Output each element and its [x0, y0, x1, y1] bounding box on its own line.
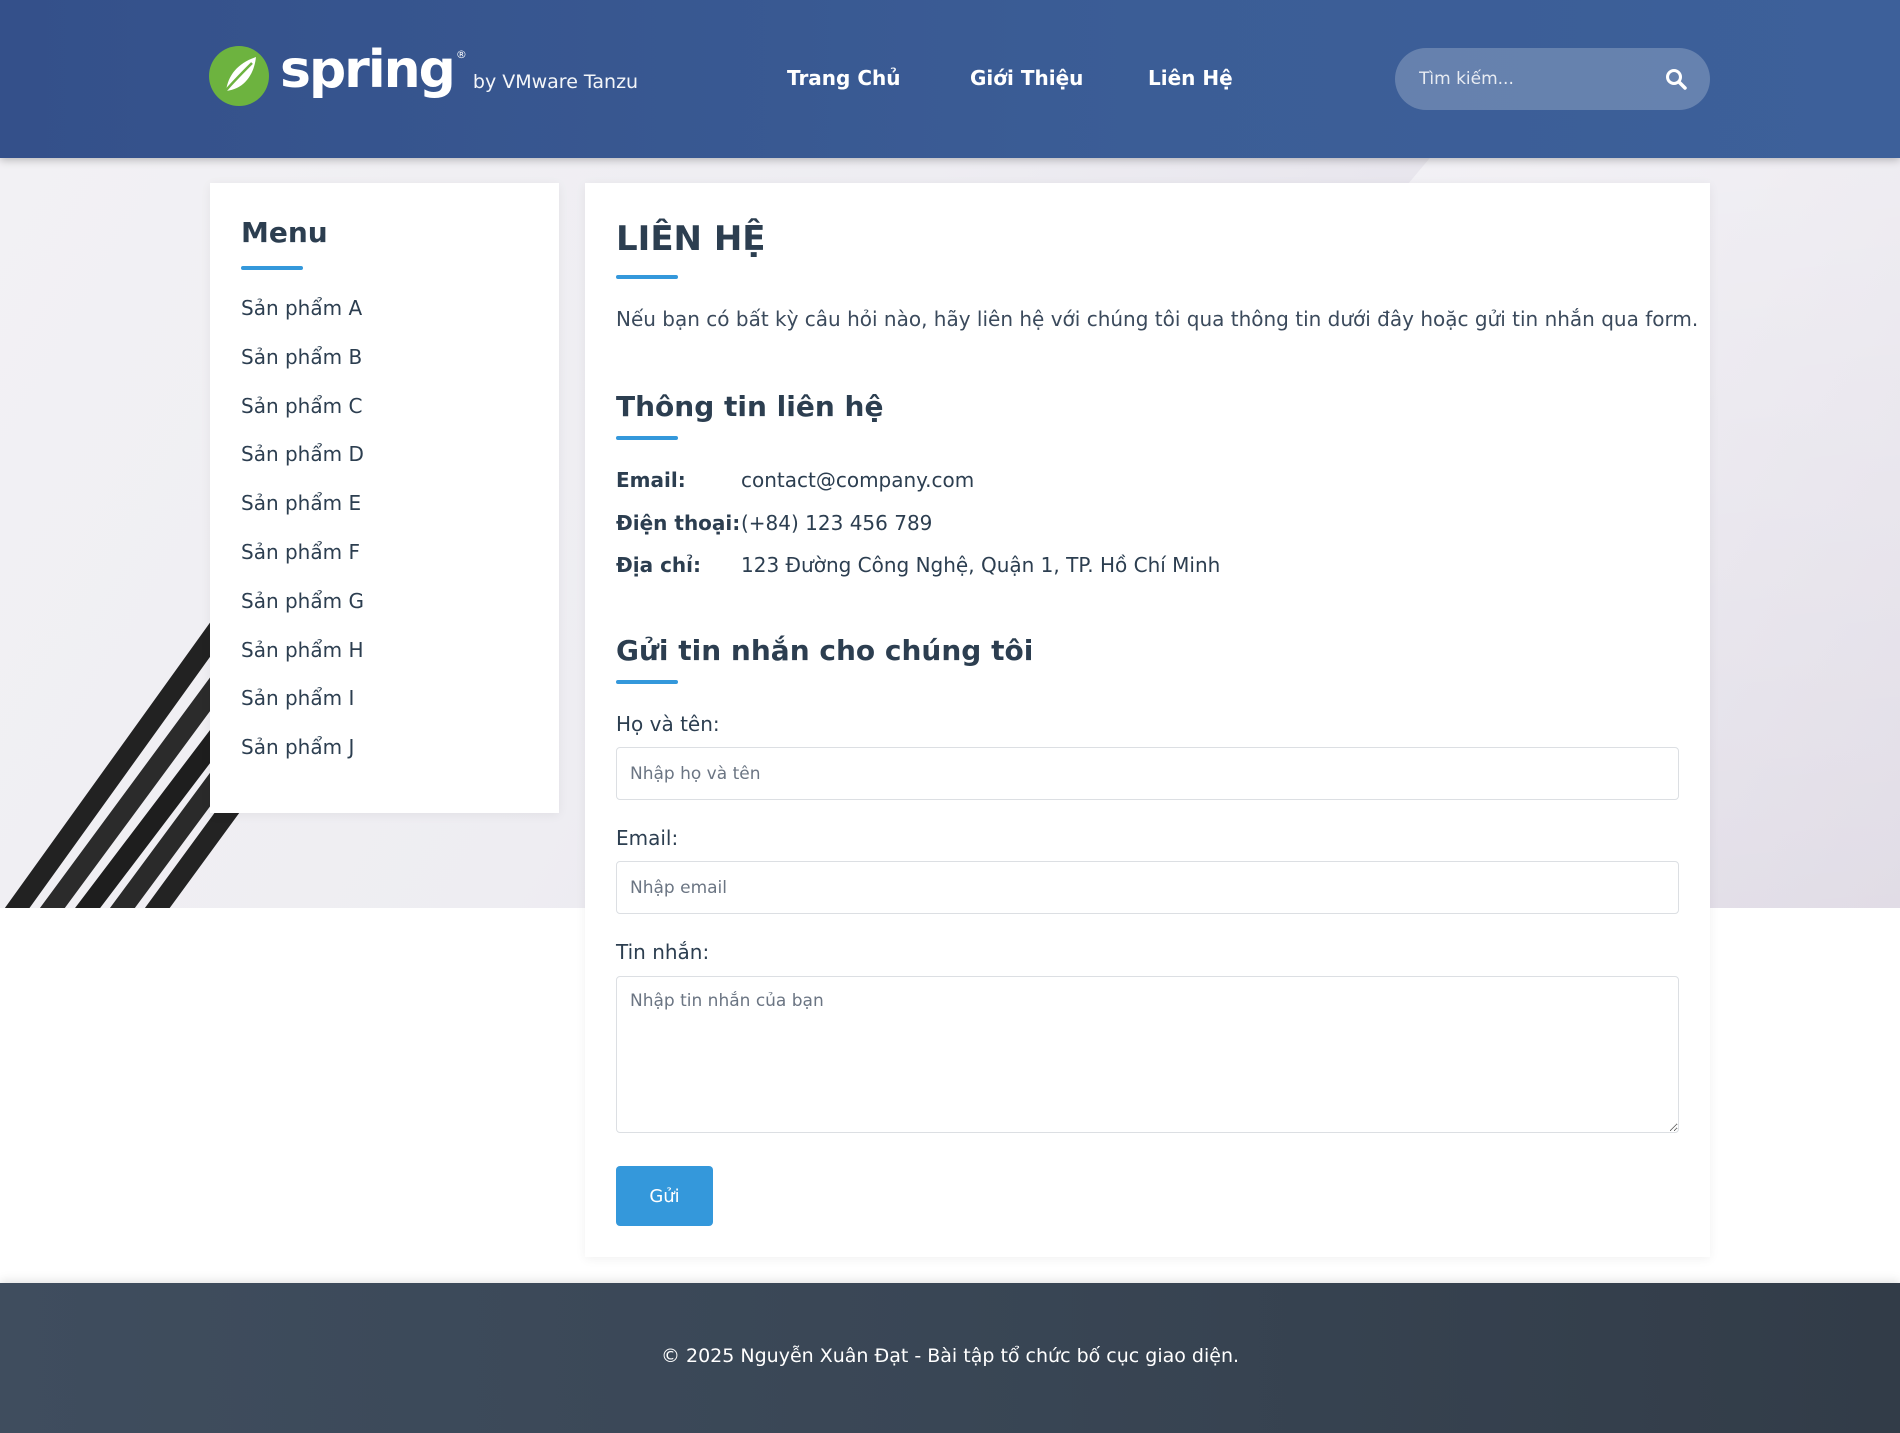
search-box [1395, 48, 1710, 110]
contact-form-underline [616, 680, 678, 684]
info-row-address: Địa chỉ: 123 Đường Công Nghệ, Quận 1, TP.… [616, 553, 1220, 577]
message-field-label: Tin nhắn: [616, 940, 710, 964]
sidebar-item-product-b[interactable]: Sản phẩm B [241, 345, 364, 394]
info-phone-label: Điện thoại: [616, 511, 741, 535]
sidebar-item-product-d[interactable]: Sản phẩm D [241, 442, 364, 491]
spring-leaf-icon [209, 46, 269, 106]
nav-link-home[interactable]: Trang Chủ [787, 66, 900, 90]
logo-byline: by VMware Tanzu [472, 71, 639, 93]
name-field[interactable] [616, 747, 1679, 800]
page-title: LIÊN HỆ [616, 219, 766, 259]
logo-wordmark: spring [280, 40, 456, 100]
sidebar-item-product-g[interactable]: Sản phẩm G [241, 589, 364, 638]
send-button[interactable]: Gửi [616, 1166, 713, 1226]
sidebar-item-product-e[interactable]: Sản phẩm E [241, 491, 364, 540]
info-row-email: Email: contact@company.com [616, 468, 974, 492]
sidebar-item-product-f[interactable]: Sản phẩm F [241, 540, 364, 589]
sidebar-item-product-j[interactable]: Sản phẩm J [241, 735, 364, 784]
site-header: spring ® by VMware Tanzu Trang Chủ Giới … [0, 0, 1900, 158]
site-footer: © 2025 Nguyễn Xuân Đạt - Bài tập tổ chức… [0, 1283, 1900, 1433]
footer-copyright: © 2025 Nguyễn Xuân Đạt - Bài tập tổ chức… [660, 1345, 1240, 1367]
logo-registered-mark: ® [455, 47, 467, 61]
info-email-label: Email: [616, 468, 686, 492]
nav-link-contact[interactable]: Liên Hệ [1148, 66, 1233, 90]
info-phone-value: (+84) 123 456 789 [741, 511, 933, 535]
name-field-label: Họ và tên: [616, 712, 720, 736]
sidebar-title-underline [241, 266, 303, 270]
message-field[interactable] [616, 976, 1679, 1133]
info-address-value: 123 Đường Công Nghệ, Quận 1, TP. Hồ Chí … [741, 553, 1221, 577]
nav-link-about[interactable]: Giới Thiệu [970, 66, 1083, 90]
sidebar-item-product-h[interactable]: Sản phẩm H [241, 638, 364, 687]
search-input[interactable] [1419, 48, 1649, 110]
sidebar-title: Menu [241, 216, 328, 249]
sidebar-list: Sản phẩm A Sản phẩm B Sản phẩm C Sản phẩ… [241, 296, 364, 784]
contact-info-underline [616, 436, 678, 440]
spring-logo[interactable]: spring ® by VMware Tanzu [208, 43, 638, 109]
contact-form-heading: Gửi tin nhắn cho chúng tôi [616, 634, 1034, 667]
contact-card: LIÊN HỆ Nếu bạn có bất kỳ câu hỏi nào, h… [585, 183, 1710, 1257]
search-icon[interactable] [1664, 67, 1688, 91]
info-address-label: Địa chỉ: [616, 553, 702, 577]
sidebar-item-product-a[interactable]: Sản phẩm A [241, 296, 364, 345]
page-title-underline [616, 275, 678, 279]
email-field-label: Email: [616, 826, 679, 850]
contact-info-heading: Thông tin liên hệ [616, 390, 884, 423]
info-row-phone: Điện thoại:(+84) 123 456 789 [616, 511, 932, 535]
info-email-value: contact@company.com [741, 468, 975, 492]
sidebar-item-product-c[interactable]: Sản phẩm C [241, 394, 364, 443]
email-field[interactable] [616, 861, 1679, 914]
sidebar-menu: Menu Sản phẩm A Sản phẩm B Sản phẩm C Sả… [210, 183, 559, 813]
sidebar-item-product-i[interactable]: Sản phẩm I [241, 686, 364, 735]
intro-text: Nếu bạn có bất kỳ câu hỏi nào, hãy liên … [616, 307, 1699, 331]
